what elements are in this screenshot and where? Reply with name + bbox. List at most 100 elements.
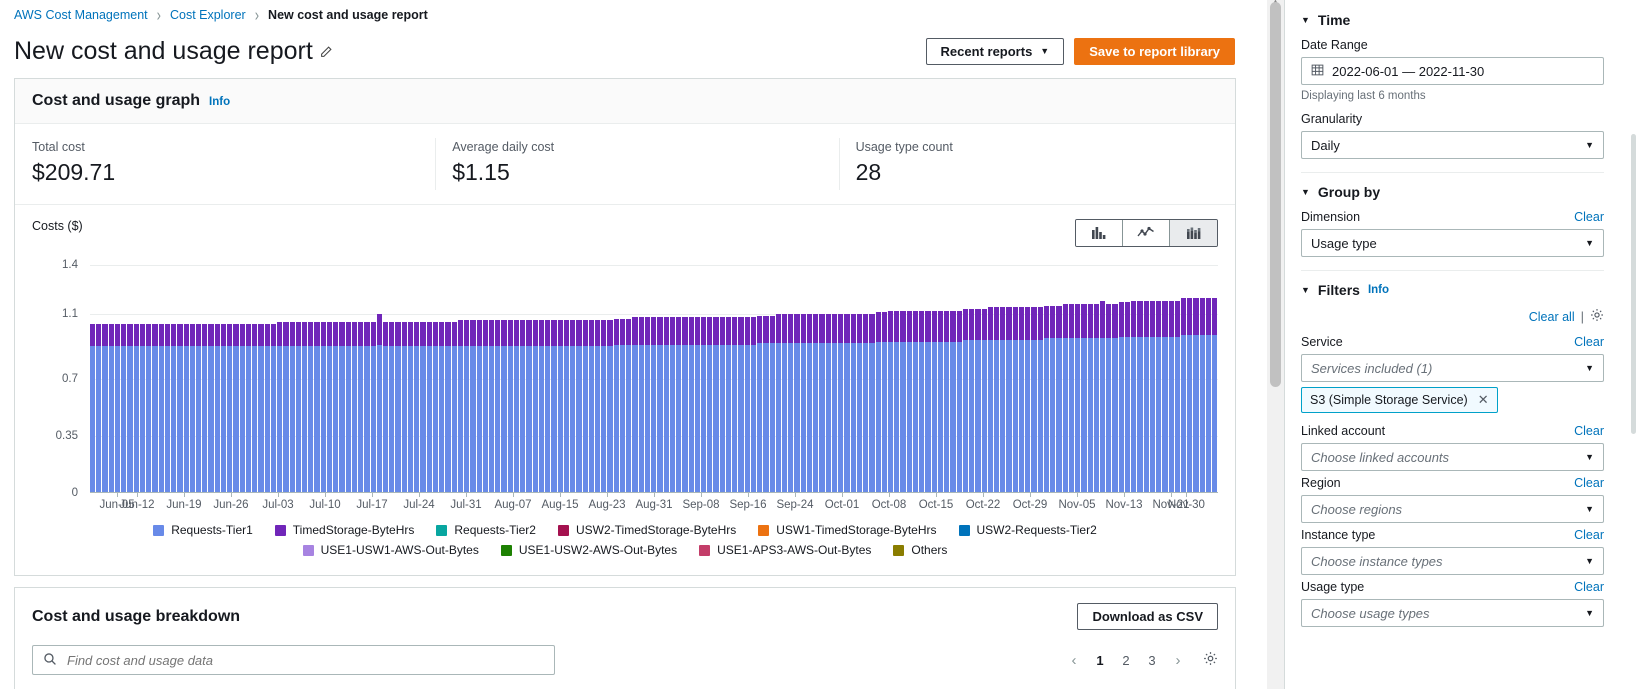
granularity-select[interactable]: Daily ▼ <box>1301 131 1604 159</box>
chart-bar[interactable] <box>725 317 732 493</box>
chart-bar[interactable] <box>1075 304 1081 493</box>
chart-bar[interactable] <box>632 317 638 493</box>
chart-bar[interactable] <box>1106 304 1112 493</box>
bar-chart-icon[interactable] <box>1076 220 1123 246</box>
filter-select[interactable]: Choose usage types ▼ <box>1301 599 1604 627</box>
chart-bar[interactable] <box>1062 304 1068 493</box>
filter-clear-link[interactable]: Clear <box>1574 424 1604 438</box>
chart-bar[interactable] <box>763 315 769 493</box>
chart-bar[interactable] <box>931 310 937 493</box>
chart-bar[interactable] <box>202 323 208 493</box>
chart-bar[interactable] <box>906 310 912 493</box>
chart-bar[interactable] <box>401 322 407 493</box>
chart-bar[interactable] <box>844 313 850 493</box>
chart-bar[interactable] <box>1018 307 1025 493</box>
chart-bar[interactable] <box>189 323 195 493</box>
breadcrumb-item-aws-cost-management[interactable]: AWS Cost Management <box>14 8 148 22</box>
chart-bar[interactable] <box>1131 300 1137 493</box>
chart-bar[interactable] <box>919 310 925 493</box>
chart-bar[interactable] <box>663 317 669 493</box>
chart-bar[interactable] <box>1056 305 1062 493</box>
chart-bar[interactable] <box>1112 304 1118 493</box>
chart-bar[interactable] <box>969 308 975 493</box>
chart-bar[interactable] <box>1212 297 1218 493</box>
chart-bar[interactable] <box>638 317 644 493</box>
chart-bar[interactable] <box>171 323 177 493</box>
legend-item[interactable]: USE1-APS3-AWS-Out-Bytes <box>699 543 871 557</box>
chart-bar[interactable] <box>507 320 513 493</box>
chart-bar[interactable] <box>414 322 420 493</box>
chart-bar[interactable] <box>613 318 619 493</box>
clear-all-link[interactable]: Clear all <box>1529 310 1575 324</box>
chart-bar[interactable] <box>719 317 725 493</box>
chart-bar[interactable] <box>1068 304 1075 493</box>
chart-bar[interactable] <box>489 320 495 493</box>
chart-bar[interactable] <box>220 323 227 493</box>
chart-bar[interactable] <box>264 323 270 493</box>
chart-bar[interactable] <box>863 313 869 493</box>
chart-bar[interactable] <box>1006 307 1012 493</box>
download-as-csv-button[interactable]: Download as CSV <box>1077 603 1218 630</box>
chart-bar[interactable] <box>588 320 594 493</box>
chart-bar[interactable] <box>121 323 127 493</box>
chart-bar[interactable] <box>395 322 401 493</box>
chart-bar[interactable] <box>245 323 252 493</box>
chart-bar[interactable] <box>1000 307 1006 493</box>
chart-bar[interactable] <box>339 322 345 493</box>
section-filters-header[interactable]: ▼ Filters Info <box>1301 282 1604 298</box>
chart-bar[interactable] <box>133 323 139 493</box>
chart-bar[interactable] <box>464 320 470 493</box>
chart-bar[interactable] <box>1205 297 1212 493</box>
chart-bar[interactable] <box>676 317 682 493</box>
chart-bar[interactable] <box>432 322 439 493</box>
chart-bar[interactable] <box>1162 300 1168 493</box>
chart-bar[interactable] <box>320 322 326 493</box>
chart-bar[interactable] <box>295 322 301 493</box>
breadcrumb-item-cost-explorer[interactable]: Cost Explorer <box>170 8 246 22</box>
dimension-select[interactable]: Usage type ▼ <box>1301 229 1604 257</box>
chart-bar[interactable] <box>570 320 576 493</box>
chart-bar[interactable] <box>1081 304 1087 493</box>
chart-bar[interactable] <box>389 322 395 493</box>
chart-bar[interactable] <box>576 320 582 493</box>
chart-bar[interactable] <box>888 310 894 493</box>
dimension-clear-link[interactable]: Clear <box>1574 210 1604 224</box>
stacked-bar-chart-icon[interactable] <box>1170 220 1217 246</box>
chart-bar[interactable] <box>326 322 333 493</box>
recent-reports-button[interactable]: Recent reports ▼ <box>925 37 1065 65</box>
pagination-page-3[interactable]: 3 <box>1141 648 1163 672</box>
filter-select[interactable]: Choose instance types ▼ <box>1301 547 1604 575</box>
chart-bar[interactable] <box>208 323 214 493</box>
chart-bar[interactable] <box>682 317 688 493</box>
chart-bar[interactable] <box>707 317 713 493</box>
chart-bar[interactable] <box>782 313 788 493</box>
legend-item[interactable]: USE1-USW2-AWS-Out-Bytes <box>500 543 677 557</box>
filter-clear-link[interactable]: Clear <box>1574 335 1604 349</box>
search-box[interactable] <box>32 645 555 675</box>
chart-bar[interactable] <box>894 310 900 493</box>
chart-bar[interactable] <box>1037 307 1043 493</box>
chart-bar[interactable] <box>1143 300 1149 493</box>
chart-bar[interactable] <box>813 313 819 493</box>
chart-bar[interactable] <box>769 315 775 493</box>
chart-bar[interactable] <box>1099 300 1106 493</box>
chart-bar[interactable] <box>364 322 370 493</box>
chart-bar[interactable] <box>301 322 308 493</box>
chart-bar[interactable] <box>270 323 277 493</box>
pagination-page-2[interactable]: 2 <box>1115 648 1137 672</box>
pagination-page-1[interactable]: 1 <box>1089 648 1111 672</box>
right-panel-scrollbar-thumb[interactable] <box>1631 134 1636 434</box>
chart-bar[interactable] <box>183 323 189 493</box>
chart-bar[interactable] <box>688 317 694 493</box>
chart-bar[interactable] <box>981 308 987 493</box>
chart-bar[interactable] <box>775 313 782 493</box>
chart-bar[interactable] <box>800 313 806 493</box>
chart-bar[interactable] <box>856 313 863 493</box>
filters-settings-gear-icon[interactable] <box>1590 308 1604 325</box>
chart-bar[interactable] <box>819 313 825 493</box>
chart-bar[interactable] <box>794 313 800 493</box>
chart-bar[interactable] <box>1025 307 1031 493</box>
chart-bar[interactable] <box>532 320 538 493</box>
chart-bar[interactable] <box>825 313 831 493</box>
chart-bar[interactable] <box>962 308 969 493</box>
